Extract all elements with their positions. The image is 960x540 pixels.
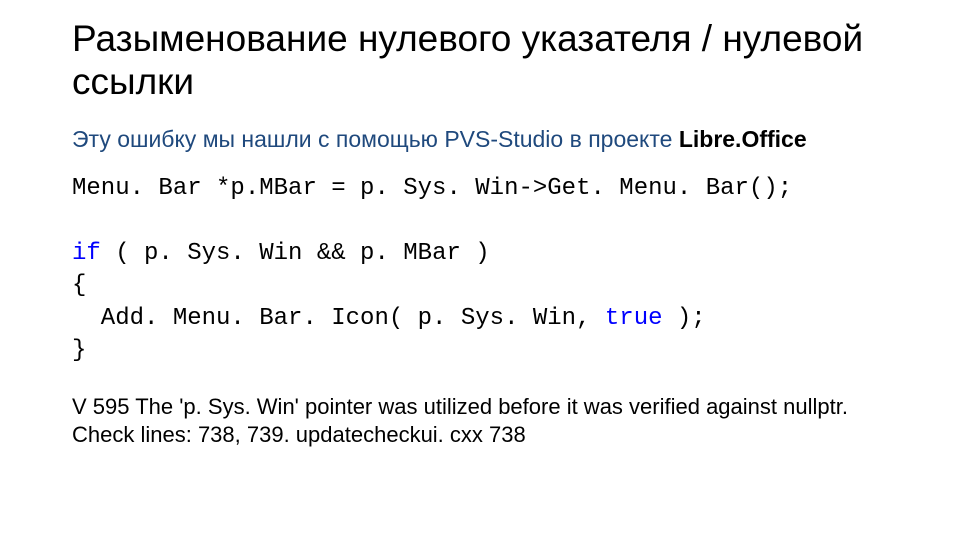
keyword-if: if — [72, 240, 101, 267]
code-line-4-tail: ); — [663, 305, 706, 332]
code-line-2-rest: ( p. Sys. Win && p. MBar ) — [101, 240, 490, 267]
slide-title: Разыменование нулевого указателя / нулев… — [72, 18, 888, 103]
subtitle-text: Эту ошибку мы нашли с помощью PVS-Studio… — [72, 126, 679, 152]
code-block: Menu. Bar *p.MBar = p. Sys. Win->Get. Me… — [72, 173, 888, 367]
slide: Разыменование нулевого указателя / нулев… — [0, 0, 960, 540]
code-line-4-head: Add. Menu. Bar. Icon( p. Sys. Win, — [72, 305, 605, 332]
keyword-true: true — [605, 305, 663, 332]
code-line-1: Menu. Bar *p.MBar = p. Sys. Win->Get. Me… — [72, 175, 792, 202]
code-line-5: } — [72, 337, 86, 364]
slide-subtitle: Эту ошибку мы нашли с помощью PVS-Studio… — [72, 125, 888, 155]
diagnostic-message: V 595 The 'p. Sys. Win' pointer was util… — [72, 393, 888, 448]
subtitle-project-name: Libre.Office — [679, 126, 807, 152]
code-line-3: { — [72, 272, 86, 299]
